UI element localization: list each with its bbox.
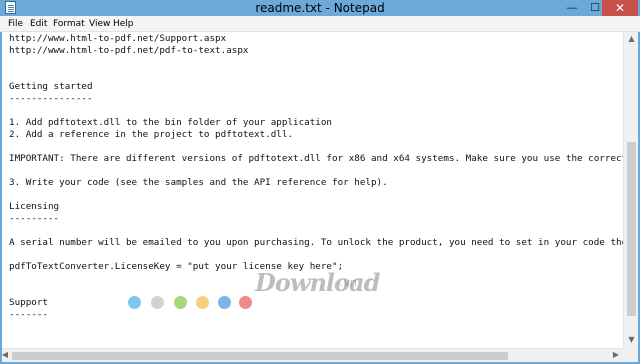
text-line: IMPORTANT: There are different versions … (9, 153, 623, 164)
watermark-dot (128, 296, 141, 309)
horizontal-scrollbar[interactable]: ◀ ▶ (2, 348, 623, 362)
text-line: Licensing (9, 201, 60, 212)
notepad-window: readme.txt - Notepad — ☐ ✕ File Edit For… (0, 0, 640, 364)
menu-bar: File Edit Format View Help (0, 16, 640, 32)
text-line: Getting started (9, 81, 93, 92)
menu-file[interactable]: File (8, 17, 23, 31)
menu-help[interactable]: Help (113, 17, 134, 31)
watermark-dot (218, 296, 231, 309)
text-editor[interactable]: http://www.html-to-pdf.net/Support.aspx … (2, 32, 623, 348)
text-line: Support (9, 297, 48, 308)
minimize-button[interactable]: — (560, 0, 584, 16)
watermark-suffix: .vn (340, 276, 357, 289)
text-line: A serial number will be emailed to you u… (9, 237, 623, 248)
close-button[interactable]: ✕ (602, 0, 638, 16)
scroll-up-arrow-icon[interactable]: ▲ (624, 34, 639, 43)
vertical-scrollbar[interactable]: ▲ ▼ (623, 32, 638, 348)
vertical-scroll-thumb[interactable] (627, 142, 636, 316)
watermark-dot (174, 296, 187, 309)
scroll-down-arrow-icon[interactable]: ▼ (624, 335, 639, 344)
window-title: readme.txt - Notepad (255, 1, 385, 15)
text-line: --------------- (9, 93, 93, 104)
scroll-left-arrow-icon[interactable]: ◀ (0, 350, 11, 359)
text-line: 3. Write your code (see the samples and … (9, 177, 388, 188)
scrollbar-corner (623, 348, 638, 362)
watermark-dot (196, 296, 209, 309)
horizontal-scroll-thumb[interactable] (12, 352, 508, 360)
download-watermark: Download (255, 268, 380, 297)
text-line: --------- (9, 213, 60, 224)
watermark-dot (151, 296, 164, 309)
menu-edit[interactable]: Edit (30, 17, 47, 31)
text-line: 2. Add a reference in the project to pdf… (9, 129, 294, 140)
watermark-dot (239, 296, 252, 309)
title-bar[interactable]: readme.txt - Notepad — ☐ ✕ (0, 0, 640, 16)
menu-format[interactable]: Format (53, 17, 85, 31)
menu-view[interactable]: View (89, 17, 110, 31)
scroll-right-arrow-icon[interactable]: ▶ (610, 350, 622, 359)
text-line: ------- (9, 309, 48, 320)
text-line: http://www.html-to-pdf.net/pdf-to-text.a… (9, 45, 249, 56)
text-line: http://www.html-to-pdf.net/Support.aspx (9, 33, 227, 44)
text-line: 1. Add pdftotext.dll to the bin folder o… (9, 117, 333, 128)
